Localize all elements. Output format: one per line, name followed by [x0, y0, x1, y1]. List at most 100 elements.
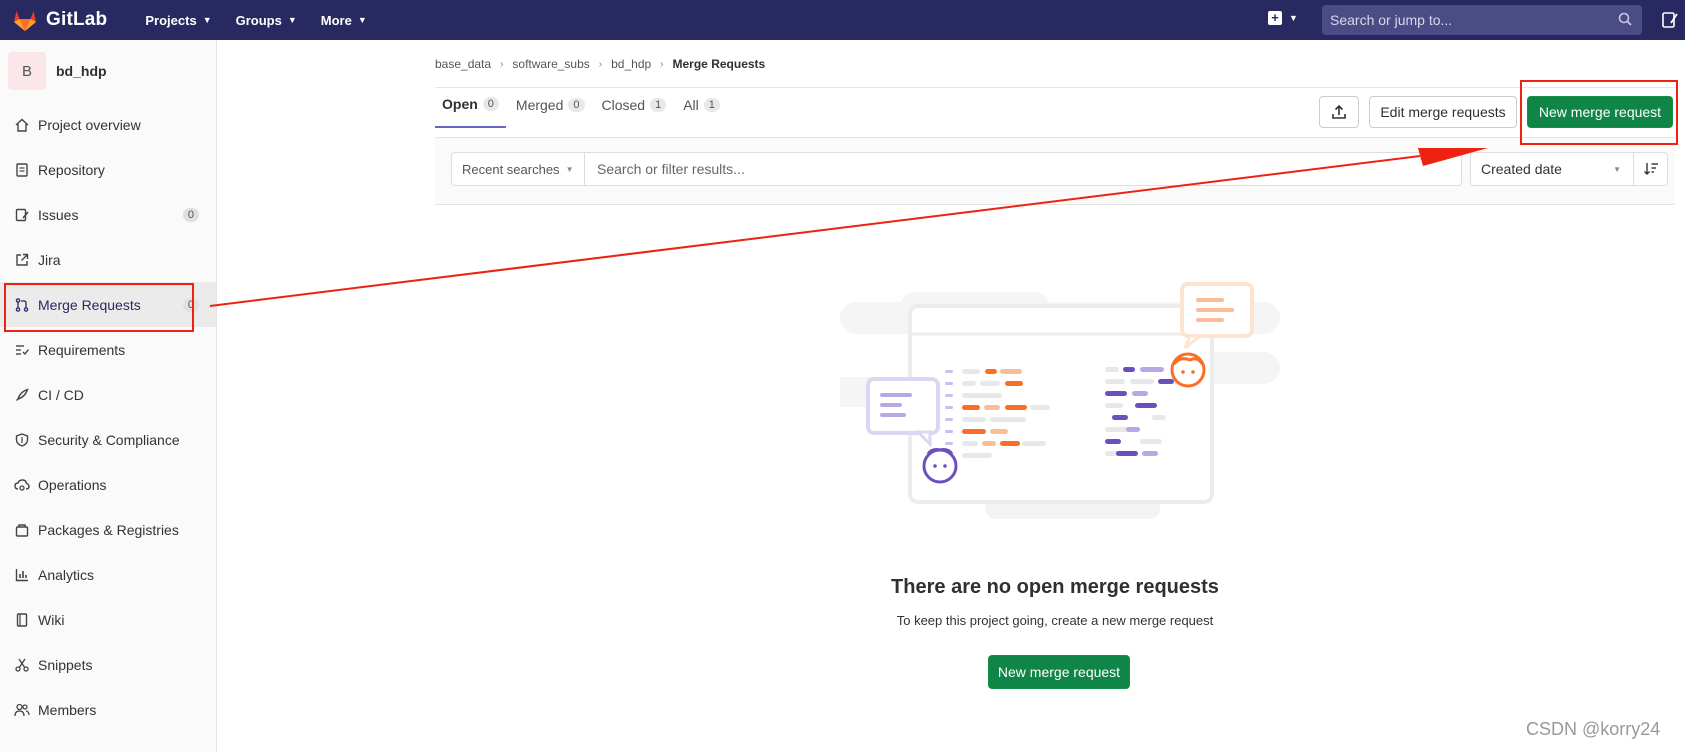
chevron-down-icon: ▼ — [287, 15, 297, 25]
state-tabs: Open 0 Merged 0 Closed 1 All 1 — [435, 96, 730, 128]
sidebar-item-label: Members — [38, 701, 97, 718]
tab-count-badge: 0 — [568, 98, 585, 112]
brand-name: GitLab — [46, 9, 108, 30]
export-button[interactable] — [1319, 96, 1359, 128]
sort-label: Created date — [1481, 161, 1562, 177]
new-merge-request-button[interactable]: New merge request — [1527, 96, 1673, 128]
breadcrumb-link[interactable]: base_data — [435, 57, 491, 71]
project-avatar: B — [8, 52, 46, 90]
sidebar-item-label: Project overview — [38, 116, 141, 133]
brand[interactable]: GitLab — [12, 0, 107, 40]
git-merge-icon — [14, 297, 30, 313]
sidebar-item-label: Issues — [38, 206, 79, 223]
watermark: CSDN @korry24 — [1526, 719, 1661, 739]
sidebar-item-merge-requests[interactable]: Merge Requests 0 — [0, 282, 216, 327]
tab-label: All — [683, 97, 699, 113]
breadcrumb: base_data › software_subs › bd_hdp › Mer… — [435, 57, 765, 71]
shield-icon — [14, 432, 30, 448]
issues-count-badge: 0 — [182, 207, 199, 222]
users-icon — [14, 702, 30, 718]
package-icon — [14, 522, 30, 538]
nav-more-label: More — [320, 12, 352, 28]
nav-groups-label: Groups — [235, 12, 282, 28]
sidebar-item-wiki[interactable]: Wiki — [0, 597, 216, 642]
nav-projects[interactable]: Projects ▼ — [133, 13, 223, 28]
sort-lowest-icon — [1643, 163, 1658, 175]
chevron-down-icon: ▼ — [1289, 13, 1298, 23]
project-name: bd_hdp — [56, 63, 107, 79]
sidebar-item-members[interactable]: Members — [0, 687, 216, 732]
sidebar-item-label: Wiki — [38, 611, 65, 628]
tab-open[interactable]: Open 0 — [435, 96, 506, 128]
sidebar-item-security-compliance[interactable]: Security & Compliance — [0, 417, 216, 462]
chevron-right-icon: › — [598, 58, 603, 70]
sidebar-item-label: Repository — [38, 161, 105, 178]
tab-all[interactable]: All 1 — [676, 96, 727, 128]
breadcrumb-link[interactable]: software_subs — [512, 57, 589, 71]
recent-searches-label: Recent searches — [462, 161, 560, 177]
sidebar-item-label: Jira — [38, 251, 61, 268]
filter-search-input[interactable] — [597, 161, 1437, 177]
global-search[interactable] — [1322, 5, 1642, 35]
chevron-down-icon: ▼ — [357, 15, 367, 25]
chart-icon — [14, 567, 30, 583]
sidebar-item-project-overview[interactable]: Project overview — [0, 102, 216, 147]
nav-groups[interactable]: Groups ▼ — [224, 13, 309, 28]
sort-direction-button[interactable] — [1633, 152, 1668, 186]
todo-edit-icon[interactable] — [1662, 11, 1678, 29]
home-icon — [14, 117, 30, 133]
empty-state-subtitle: To keep this project going, create a new… — [896, 613, 1214, 628]
sidebar-item-snippets[interactable]: Snippets — [0, 642, 216, 687]
sidebar-item-label: CI / CD — [38, 386, 84, 403]
project-header[interactable]: B bd_hdp — [0, 40, 216, 102]
chevron-down-icon: ▼ — [202, 15, 212, 25]
sidebar-item-analytics[interactable]: Analytics — [0, 552, 216, 597]
top-navbar: GitLab Projects ▼ Groups ▼ More ▼ + ▼ — [0, 0, 1685, 40]
recent-searches-dropdown[interactable]: Recent searches ▼ — [451, 152, 585, 186]
sidebar-item-label: Operations — [38, 476, 107, 493]
sidebar-item-label: Snippets — [38, 656, 93, 673]
search-icon — [1618, 12, 1632, 26]
tab-closed[interactable]: Closed 1 — [595, 96, 674, 128]
tab-count-badge: 1 — [703, 98, 720, 112]
doc-icon — [14, 162, 30, 178]
chevron-right-icon: › — [660, 58, 664, 70]
filter-search[interactable] — [584, 152, 1462, 186]
sidebar-item-operations[interactable]: Operations — [0, 462, 216, 507]
sidebar-item-packages-registries[interactable]: Packages & Registries — [0, 507, 216, 552]
plus-square-icon: + — [1268, 11, 1282, 25]
tab-merged[interactable]: Merged 0 — [509, 96, 592, 128]
chevron-down-icon: ▼ — [565, 164, 574, 174]
sidebar-item-requirements[interactable]: Requirements — [0, 327, 216, 372]
cloud-gear-icon — [14, 477, 30, 493]
edit-merge-requests-button[interactable]: Edit merge requests — [1369, 96, 1517, 128]
export-upload-icon — [1332, 104, 1346, 119]
merge-requests-count-badge: 0 — [182, 297, 199, 312]
breadcrumb-link[interactable]: bd_hdp — [611, 57, 651, 71]
sidebar-item-label: Packages & Registries — [38, 521, 179, 538]
breadcrumb-current[interactable]: Merge Requests — [673, 57, 766, 71]
empty-state-title: There are no open merge requests — [891, 576, 1219, 598]
sidebar-item-label: Requirements — [38, 341, 126, 358]
sidebar-item-repository[interactable]: Repository — [0, 147, 216, 192]
sidebar-item-ci-cd[interactable]: CI / CD — [0, 372, 216, 417]
tab-count-badge: 0 — [482, 97, 499, 111]
rocket-icon — [14, 387, 30, 403]
nav-more[interactable]: More ▼ — [309, 13, 379, 28]
requirements-icon — [14, 342, 30, 358]
sort-dropdown[interactable]: Created date ▼ — [1470, 152, 1634, 186]
top-nav: Projects ▼ Groups ▼ More ▼ — [133, 13, 378, 28]
sidebar-item-label: Security & Compliance — [38, 431, 180, 448]
sidebar-item-jira[interactable]: Jira — [0, 237, 216, 282]
sidebar-item-issues[interactable]: Issues 0 — [0, 192, 216, 237]
empty-new-merge-request-button[interactable]: New merge request — [988, 655, 1130, 689]
project-sidebar: B bd_hdp Project overview Repository Iss… — [0, 40, 217, 752]
tab-label: Closed — [601, 97, 646, 113]
gitlab-tanuki-icon — [14, 11, 36, 31]
new-dropdown[interactable]: + ▼ — [1268, 11, 1298, 25]
global-search-input[interactable] — [1330, 12, 1610, 28]
chevron-down-icon: ▼ — [1613, 164, 1621, 174]
tab-label: Open — [442, 96, 478, 112]
tab-label: Merged — [515, 97, 564, 113]
tab-count-badge: 1 — [650, 98, 667, 112]
